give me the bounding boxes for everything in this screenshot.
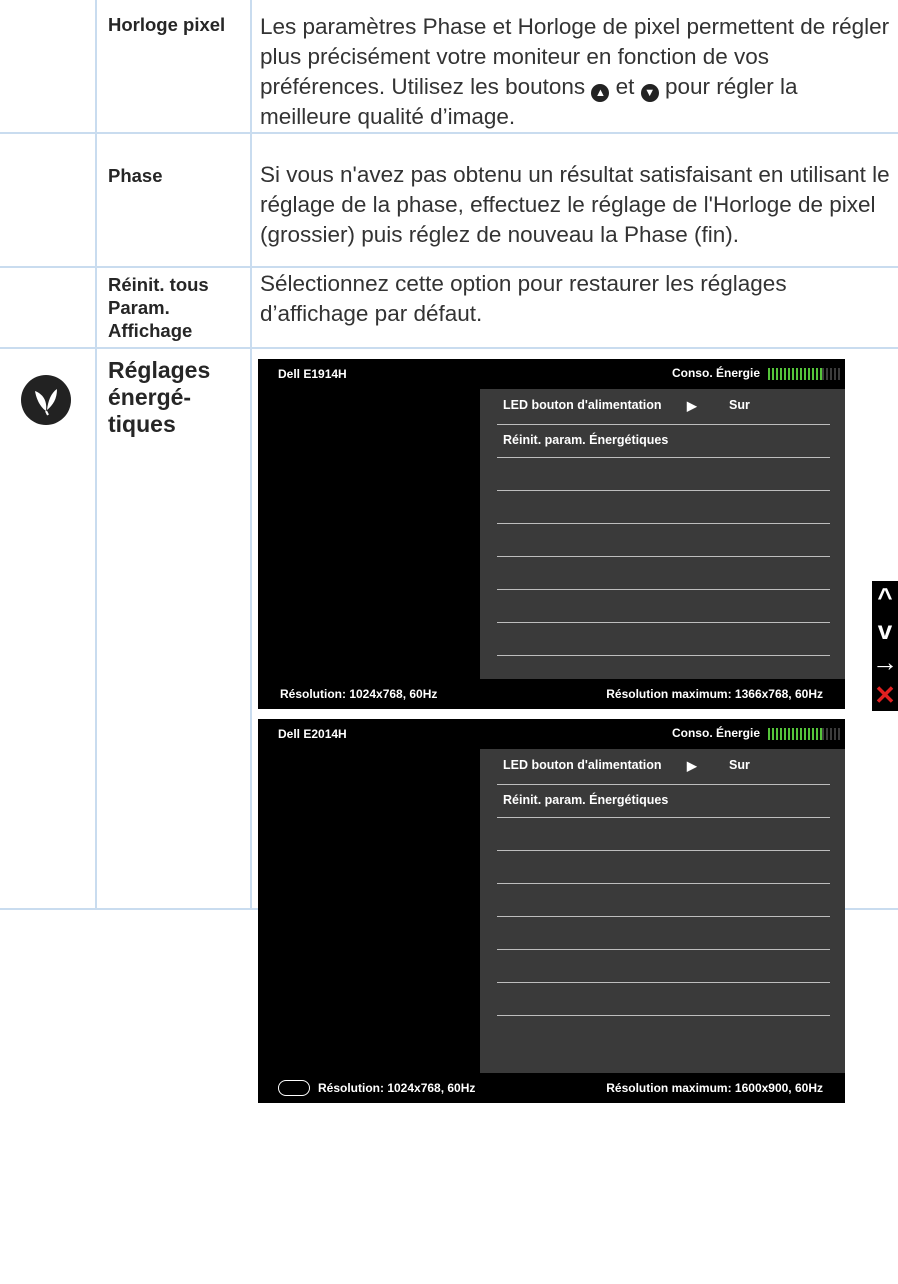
row-label: Horloge pixel [108, 14, 226, 35]
leaf-icon [21, 375, 71, 425]
model-name: Dell E2014H [278, 727, 347, 741]
osd-footer: Résolution: 1024x768, 60Hz Résolution ma… [258, 1073, 845, 1103]
up-button-icon: ▲ [591, 84, 610, 102]
osd-panel: LED bouton d'alimentation ▶ Sur Réinit. pa… [480, 389, 845, 679]
panel-reset[interactable]: Réinit. param. Énergétiques [503, 433, 668, 447]
resolution: Résolution: 1024x768, 60Hz [318, 1081, 476, 1095]
osd-header: Dell E1914H Conso. Énergie [258, 359, 845, 389]
close-icon[interactable]: ✕ [872, 679, 898, 712]
up-arrow-icon[interactable]: ^ [872, 581, 898, 614]
vga-icon [278, 1080, 310, 1096]
osd-footer: Résolution: 1024x768, 60Hz Résolution ma… [258, 679, 845, 709]
row-label: Réinit. tous Param. Affichage [108, 274, 209, 341]
energy-meter: Conso. Énergie [672, 366, 840, 380]
model-name: Dell E1914H [278, 367, 347, 381]
panel-reset[interactable]: Réinit. param. Énergétiques [503, 793, 668, 807]
row-phase: Phase Si vous n'avez pas obtenu un résul… [0, 134, 898, 268]
resolution: Résolution: 1024x768, 60Hz [280, 687, 438, 701]
osd-nav-buttons: ^ v → ✕ [872, 581, 898, 711]
energy-meter: Conso. Énergie [672, 726, 840, 740]
panel-led-value[interactable]: Sur [729, 398, 750, 412]
row-reinit-affichage: Réinit. tous Param. Affichage Sélectionn… [0, 268, 898, 349]
row-label: Réglages énergé-tiques [108, 357, 211, 437]
max-resolution: Résolution maximum: 1600x900, 60Hz [606, 1081, 823, 1095]
osd-header: Dell E2014H Conso. Énergie [258, 719, 845, 749]
osd-panel: LED bouton d'alimentation ▶ Sur Réinit. pa… [480, 749, 845, 1073]
down-button-icon: ▼ [640, 84, 659, 102]
row-description: Les paramètres Phase et Horloge de pixel… [260, 14, 890, 129]
down-arrow-icon[interactable]: v [872, 614, 898, 647]
row-label: Phase [108, 165, 163, 186]
panel-led-value[interactable]: Sur [729, 758, 750, 772]
row-reglages-energetiques: Réglages énergé-tiques Dell E1914H Conso… [0, 349, 898, 1103]
panel-led-label[interactable]: LED bouton d'alimentation [503, 398, 662, 412]
osd-screenshot-e1914h: Dell E1914H Conso. Énergie LED bouton d'… [258, 359, 845, 709]
row-horloge-pixel: Horloge pixel Les paramètres Phase et Ho… [0, 0, 898, 134]
max-resolution: Résolution maximum: 1366x768, 60Hz [606, 687, 823, 701]
enter-arrow-icon[interactable]: → [872, 646, 898, 679]
panel-led-label[interactable]: LED bouton d'alimentation [503, 758, 662, 772]
osd-screenshot-e2014h: Dell E2014H Conso. Énergie LED bouton d'… [258, 719, 845, 1103]
row-description: Si vous n'avez pas obtenu un résultat sa… [260, 162, 890, 247]
row-description: Sélectionnez cette option pour restaurer… [260, 271, 787, 326]
